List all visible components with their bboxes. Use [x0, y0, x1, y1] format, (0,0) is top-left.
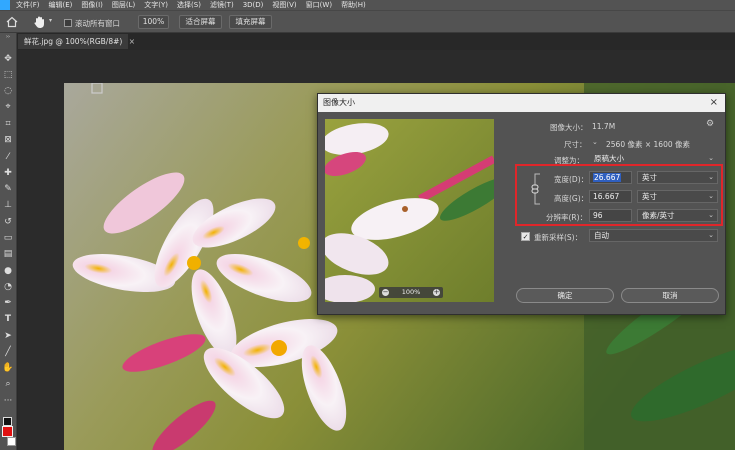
- path-select-tool-icon[interactable]: ➤: [2, 330, 14, 342]
- menu-edit[interactable]: 编辑(E): [49, 0, 73, 10]
- frame-tool-icon[interactable]: ⊠: [2, 134, 14, 146]
- clone-stamp-tool-icon[interactable]: ⊥: [2, 199, 14, 211]
- hand-tool-button-icon[interactable]: ✋: [2, 362, 14, 374]
- swap-colors-icon[interactable]: [3, 417, 12, 426]
- more-tools-icon[interactable]: ···: [2, 395, 14, 407]
- image-size-label: 图像大小：: [550, 123, 588, 132]
- height-unit-select[interactable]: 英寸 ⌄: [637, 190, 718, 203]
- brush-tool-icon[interactable]: ✎: [2, 183, 14, 195]
- tools-panel: ›› ✥ ⬚ ◌ ⌖ ⌗ ⊠ ⁄ ✚ ✎ ⊥ ↺ ▭ ▤ ● ◔ ✒ T ➤ ╱…: [0, 33, 17, 450]
- menu-file[interactable]: 文件(F): [16, 0, 40, 10]
- width-label: 宽度(D)：: [554, 175, 589, 184]
- pen-tool-icon[interactable]: ✒: [2, 297, 14, 309]
- line-tool-icon[interactable]: ╱: [2, 346, 14, 358]
- eraser-tool-icon[interactable]: ▭: [2, 232, 14, 244]
- healing-brush-tool-icon[interactable]: ✚: [2, 167, 14, 179]
- gradient-tool-icon[interactable]: ▤: [2, 248, 14, 260]
- menu-layer[interactable]: 图层(L): [112, 0, 135, 10]
- height-label: 高度(G)：: [554, 194, 589, 203]
- resolution-value: 96: [593, 211, 603, 220]
- width-value: 26.667: [593, 173, 622, 182]
- chevron-down-icon: ⌄: [708, 173, 714, 181]
- dimensions-chevron-icon[interactable]: ⌄: [592, 138, 598, 146]
- menu-help[interactable]: 帮助(H): [341, 0, 366, 10]
- resample-value: 自动: [594, 231, 609, 240]
- zoom-tool-icon[interactable]: ⌕: [2, 378, 14, 390]
- eyedropper-tool-icon[interactable]: ⁄: [2, 151, 14, 163]
- type-tool-icon[interactable]: T: [2, 313, 14, 325]
- lasso-tool-icon[interactable]: ◌: [2, 85, 14, 97]
- link-proportions-icon[interactable]: [530, 172, 544, 206]
- photoshop-logo-icon[interactable]: [0, 0, 10, 10]
- dialog-close-icon[interactable]: ×: [710, 94, 718, 112]
- resolution-label: 分辨率(R)：: [546, 213, 588, 222]
- resample-select[interactable]: 自动 ⌄: [589, 229, 718, 242]
- resolution-unit-select[interactable]: 像素/英寸 ⌄: [637, 209, 718, 222]
- close-icon[interactable]: ×: [129, 37, 135, 46]
- image-size-dialog: 图像大小 × − 100% + 图像大小： 11.7M ⚙ 尺寸： ⌄ 2560…: [317, 93, 726, 315]
- chevron-down-icon: ⌄: [708, 192, 714, 200]
- document-title: 鲜花.jpg @ 100%(RGB/8#): [24, 37, 123, 46]
- dimensions-label: 尺寸：: [564, 140, 587, 149]
- zoom-out-icon[interactable]: −: [382, 289, 389, 296]
- width-unit-select[interactable]: 英寸 ⌄: [637, 171, 718, 184]
- menu-3d[interactable]: 3D(D): [243, 0, 264, 10]
- chevron-down-icon: ⌄: [708, 154, 714, 162]
- resolution-input[interactable]: 96: [589, 209, 632, 222]
- image-size-value: 11.7M: [592, 122, 616, 131]
- dialog-title: 图像大小: [323, 98, 355, 107]
- home-icon[interactable]: [6, 16, 18, 28]
- menu-window[interactable]: 窗口(W): [306, 0, 332, 10]
- document-tab[interactable]: 鲜花.jpg @ 100%(RGB/8#) ×: [18, 34, 135, 49]
- blur-tool-icon[interactable]: ●: [2, 265, 14, 277]
- width-unit-value: 英寸: [642, 173, 657, 182]
- dimensions-value: 2560 像素 × 1600 像素: [606, 140, 690, 149]
- ok-button[interactable]: 确定: [516, 288, 614, 303]
- fit-to-value: 原稿大小: [594, 154, 624, 163]
- menu-image[interactable]: 图像(I): [81, 0, 103, 10]
- dodge-tool-icon[interactable]: ◔: [2, 281, 14, 293]
- resample-label: 重新采样(S)：: [534, 233, 583, 242]
- height-unit-value: 英寸: [642, 192, 657, 201]
- fit-screen-button[interactable]: 适合屏幕: [179, 15, 222, 29]
- history-brush-tool-icon[interactable]: ↺: [2, 216, 14, 228]
- crop-tool-icon[interactable]: ⌗: [2, 118, 14, 130]
- collapse-icon[interactable]: ››: [2, 35, 14, 40]
- height-value: 16.667: [593, 192, 620, 201]
- menu-type[interactable]: 文字(Y): [144, 0, 168, 10]
- menu-filter[interactable]: 滤镜(T): [210, 0, 234, 10]
- image-preview[interactable]: − 100% +: [325, 119, 494, 302]
- menu-view[interactable]: 视图(V): [272, 0, 296, 10]
- chevron-down-icon[interactable]: ▾: [49, 17, 52, 24]
- width-input[interactable]: 26.667: [589, 171, 632, 184]
- chevron-down-icon: ⌄: [708, 231, 714, 239]
- resolution-unit-value: 像素/英寸: [642, 211, 675, 220]
- move-tool-icon[interactable]: ✥: [2, 53, 14, 65]
- scroll-all-windows-label: 滚动所有窗口: [75, 19, 120, 28]
- zoom-in-icon[interactable]: +: [433, 289, 440, 296]
- background-color-swatch[interactable]: [7, 437, 16, 446]
- height-input[interactable]: 16.667: [589, 190, 632, 203]
- hand-tool-icon[interactable]: [33, 15, 46, 29]
- dialog-titlebar[interactable]: 图像大小 ×: [318, 94, 725, 112]
- cancel-button[interactable]: 取消: [621, 288, 719, 303]
- preview-zoom-bar: − 100% +: [379, 287, 443, 298]
- options-bar: ▾ 滚动所有窗口 100% 适合屏幕 填充屏幕: [0, 10, 735, 33]
- scroll-all-windows-checkbox[interactable]: [64, 19, 72, 27]
- fill-screen-button[interactable]: 填充屏幕: [229, 15, 272, 29]
- foreground-color-swatch[interactable]: [2, 426, 13, 437]
- gear-icon[interactable]: ⚙: [706, 119, 714, 129]
- menu-bar: 文件(F) 编辑(E) 图像(I) 图层(L) 文字(Y) 选择(S) 滤镜(T…: [0, 0, 735, 10]
- resample-checkbox[interactable]: ✓: [521, 232, 530, 241]
- zoom-100-button[interactable]: 100%: [138, 15, 169, 29]
- quick-select-tool-icon[interactable]: ⌖: [2, 101, 14, 113]
- chevron-down-icon: ⌄: [708, 211, 714, 219]
- menu-select[interactable]: 选择(S): [177, 0, 201, 10]
- marquee-tool-icon[interactable]: ⬚: [2, 69, 14, 81]
- preview-zoom-value: 100%: [401, 288, 421, 296]
